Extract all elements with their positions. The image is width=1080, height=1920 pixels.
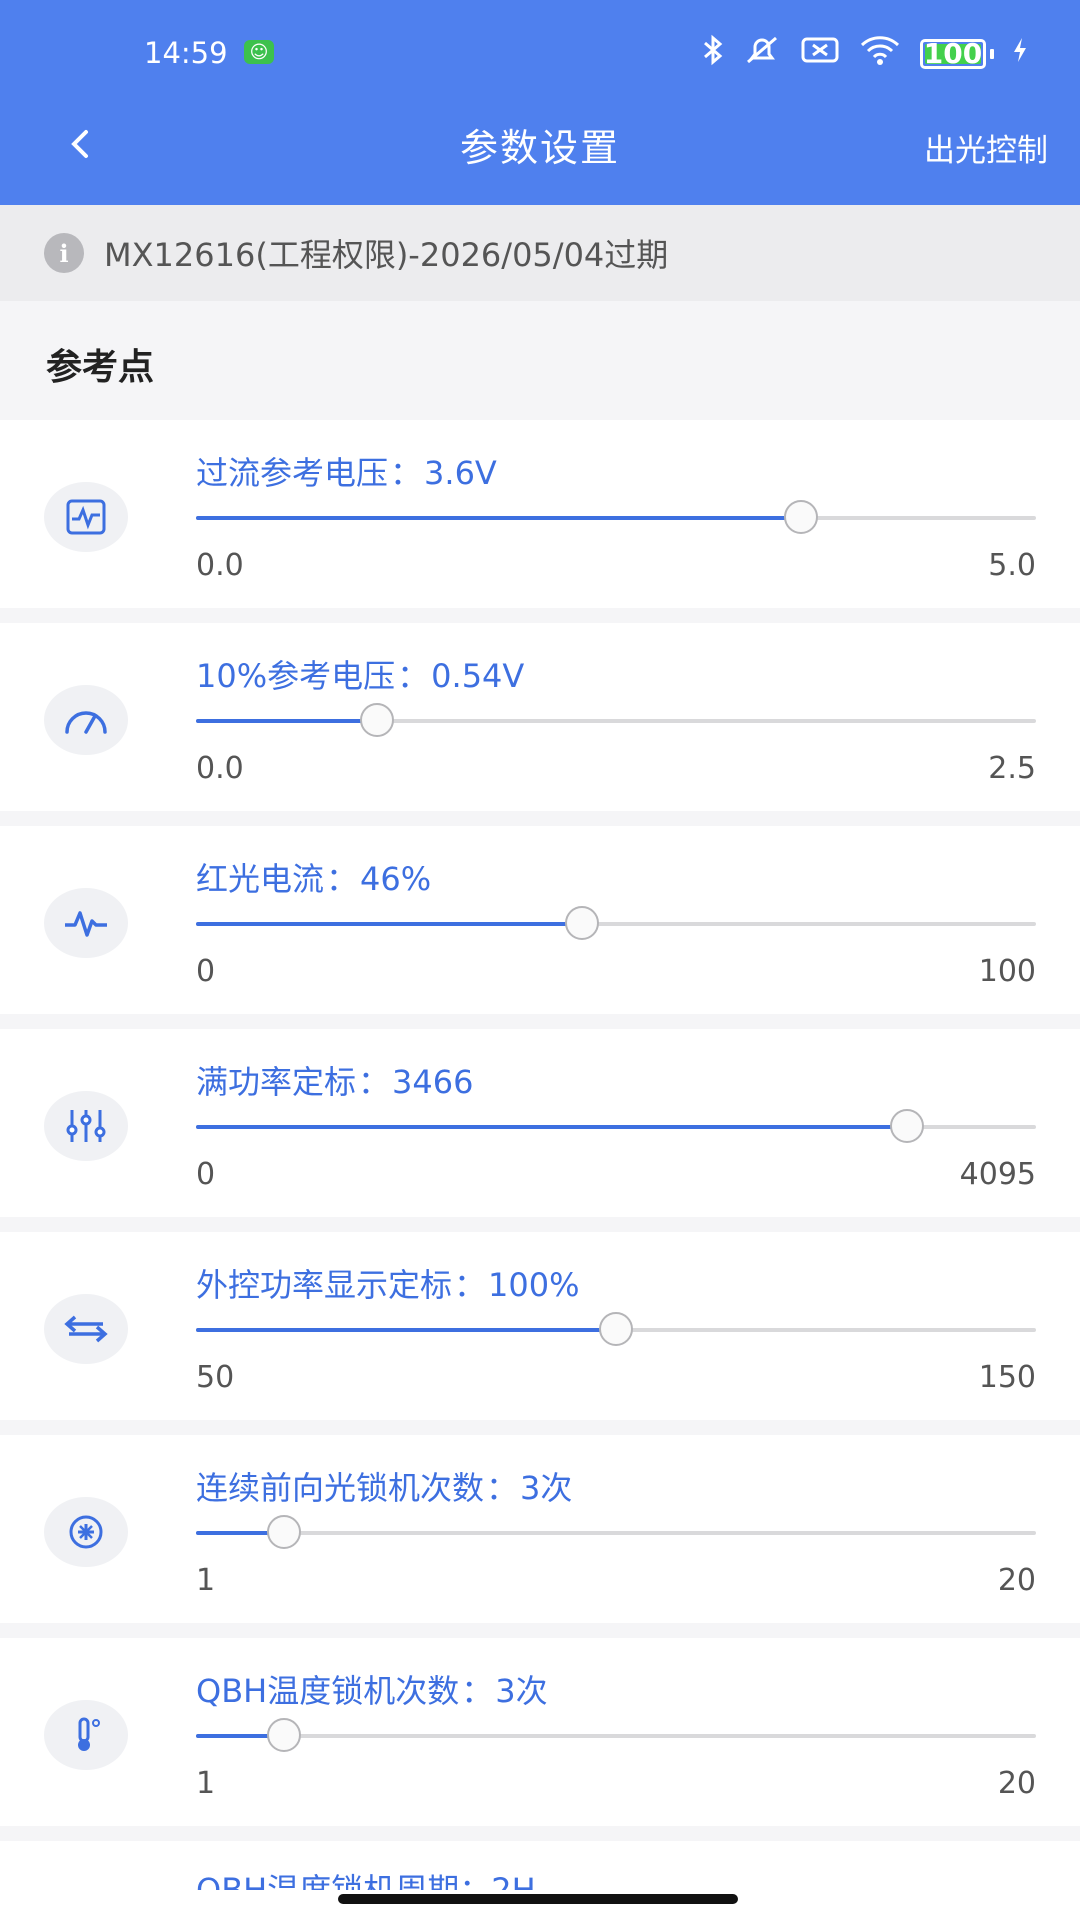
slider[interactable]	[196, 906, 1036, 940]
slider-fill	[196, 922, 583, 926]
setting-label: 满功率定标：3466	[196, 1063, 474, 1101]
range-max: 4095	[959, 1157, 1036, 1192]
slider[interactable]	[196, 703, 1036, 737]
setting-card: 满功率定标：3466 0 4095	[0, 1029, 1080, 1217]
slider[interactable]	[196, 1718, 1036, 1752]
setting-value: 3次	[495, 1672, 548, 1710]
range-max: 20	[997, 1563, 1036, 1598]
battery-level: 100	[923, 36, 983, 70]
slider[interactable]	[196, 1312, 1036, 1346]
notice-text: MX12616(工程权限)-2026/05/04过期	[104, 236, 669, 274]
setting-card: 10%参考电压：0.54V 0.0 2.5	[0, 623, 1080, 811]
range-min: 50	[196, 1360, 235, 1395]
sim-icon	[800, 35, 840, 72]
app-header: 14:59 ☺ 100 参数设置 出光控制	[0, 0, 1080, 205]
slider-thumb[interactable]	[889, 1109, 924, 1143]
setting-card: 红光电流：46% 0 100	[0, 826, 1080, 1014]
setting-label: 连续前向光锁机次数：3次	[196, 1469, 573, 1507]
wifi-icon	[858, 34, 902, 73]
bluetooth-icon	[702, 34, 724, 73]
slider-thumb[interactable]	[565, 906, 600, 940]
slider-fill	[196, 516, 801, 520]
slider-thumb[interactable]	[267, 1718, 302, 1752]
page-title: 参数设置	[459, 126, 620, 170]
range-max: 150	[978, 1360, 1036, 1395]
charging-icon	[1012, 36, 1028, 71]
wechat-notification-icon: ☺	[244, 40, 274, 64]
setting-label: 过流参考电压：3.6V	[196, 454, 497, 492]
slider-thumb[interactable]	[783, 500, 818, 534]
slider-thumb[interactable]	[599, 1312, 633, 1346]
setting-card: 过流参考电压：3.6V 0.0 5.0	[0, 420, 1080, 608]
spark-icon	[44, 1497, 128, 1567]
setting-label: 红光电流：46%	[196, 860, 432, 898]
light-control-button[interactable]: 出光控制	[924, 125, 1048, 170]
setting-label: 外控功率显示定标：100%	[196, 1266, 580, 1304]
setting-label-partial: QBH温度锁机周期：2H	[196, 1871, 536, 1890]
battery-tip	[990, 48, 994, 59]
slider-thumb[interactable]	[267, 1515, 302, 1549]
setting-value: 100%	[488, 1266, 580, 1304]
range-max: 100	[978, 954, 1036, 989]
range-min: 0	[196, 1157, 216, 1192]
setting-value: 0.54V	[431, 657, 525, 695]
range-max: 2.5	[988, 751, 1036, 786]
section-title: 参考点	[46, 347, 155, 388]
slider[interactable]	[196, 500, 1036, 534]
status-time: 14:59	[144, 36, 228, 70]
thermometer-icon	[44, 1700, 128, 1770]
arrows-horizontal-icon	[44, 1294, 128, 1364]
slider[interactable]	[196, 1109, 1036, 1143]
slider-fill	[196, 1328, 616, 1332]
sliders-icon	[44, 1091, 128, 1161]
setting-label: 10%参考电压：0.54V	[196, 657, 525, 695]
setting-label: QBH温度锁机次数：3次	[196, 1672, 548, 1710]
setting-value: 3.6V	[424, 454, 497, 492]
range-min: 0.0	[196, 548, 244, 583]
setting-value: 3次	[520, 1469, 573, 1507]
setting-value: 3466	[392, 1063, 474, 1101]
license-notice: i MX12616(工程权限)-2026/05/04过期	[0, 205, 1080, 301]
setting-card: QBH温度锁机周期：2H	[0, 1841, 1080, 1920]
pulse-icon	[44, 888, 128, 958]
mute-icon	[742, 34, 782, 73]
range-max: 5.0	[988, 548, 1036, 583]
range-min: 0	[196, 954, 216, 989]
setting-value: 46%	[360, 860, 432, 898]
setting-card: 连续前向光锁机次数：3次 1 20	[0, 1435, 1080, 1623]
waveform-icon	[44, 482, 128, 552]
slider-thumb[interactable]	[360, 703, 395, 737]
slider-fill	[196, 1125, 907, 1129]
info-icon: i	[44, 233, 84, 273]
slider[interactable]	[196, 1515, 1036, 1549]
setting-card: 外控功率显示定标：100% 50 150	[0, 1232, 1080, 1420]
slider-fill	[196, 719, 378, 723]
gauge-icon	[44, 685, 128, 755]
status-icons: 100	[702, 34, 1028, 73]
range-max: 20	[997, 1766, 1036, 1801]
range-min: 1	[196, 1766, 216, 1801]
range-min: 1	[196, 1563, 216, 1598]
setting-card: QBH温度锁机次数：3次 1 20	[0, 1638, 1080, 1826]
range-min: 0.0	[196, 751, 244, 786]
home-indicator[interactable]	[338, 1894, 738, 1904]
battery-icon: 100	[920, 36, 986, 70]
